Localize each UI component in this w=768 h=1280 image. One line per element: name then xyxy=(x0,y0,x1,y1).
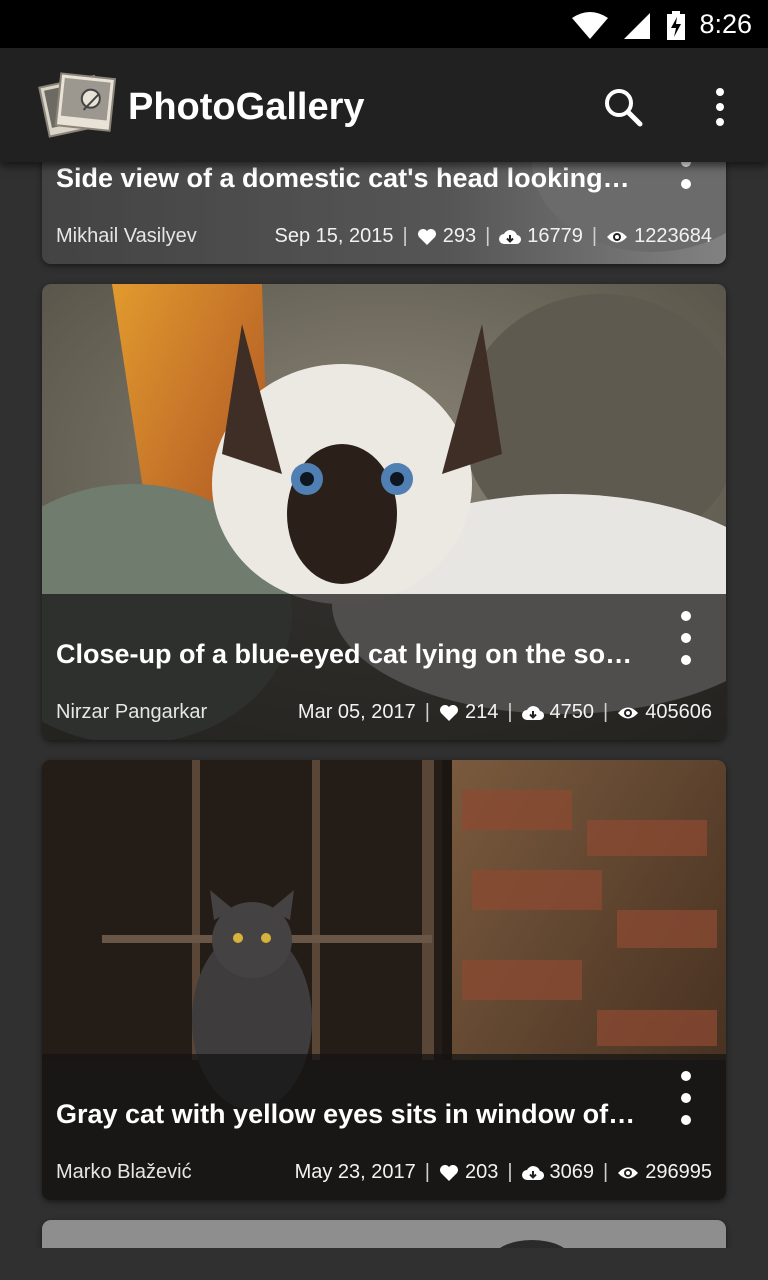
status-icons xyxy=(572,11,686,41)
photo-date: May 23, 2017 xyxy=(294,1161,416,1183)
bottom-edge xyxy=(0,1248,768,1280)
heart-icon xyxy=(439,1164,458,1181)
stats-divider: | xyxy=(485,225,491,247)
photo-card[interactable]: Close-up of a blue-eyed cat lying on the… xyxy=(42,284,726,740)
photo-stats: Mar 05, 2017 | 214 | 4750 | 405606 xyxy=(298,701,712,724)
download-count: 3069 xyxy=(549,1161,595,1183)
card-more-icon[interactable] xyxy=(676,1070,696,1126)
status-time: 8:26 xyxy=(699,9,752,39)
photo-card[interactable]: Side view of a domestic cat's head looki… xyxy=(42,162,726,264)
stats-divider: | xyxy=(591,225,598,247)
photo-author[interactable]: Mikhail Vasilyev xyxy=(56,225,197,248)
cloud-download-icon xyxy=(521,705,544,720)
stats-divider: | xyxy=(507,701,513,723)
wifi-icon xyxy=(572,12,608,39)
eye-icon xyxy=(618,707,639,718)
photo-caption: Close-up of a blue-eyed cat lying on the… xyxy=(56,639,636,669)
cloud-download-icon xyxy=(521,1165,544,1180)
search-icon[interactable] xyxy=(600,84,646,130)
stats-divider: | xyxy=(424,1161,430,1183)
like-count: 214 xyxy=(464,701,499,723)
photo-author[interactable]: Nirzar Pangarkar xyxy=(56,701,207,724)
eye-icon xyxy=(607,231,628,242)
view-count: 1223684 xyxy=(634,225,712,247)
photo-date: Mar 05, 2017 xyxy=(297,701,416,723)
download-count: 4750 xyxy=(549,701,595,723)
card-more-icon[interactable] xyxy=(676,610,696,666)
photo-caption: Gray cat with yellow eyes sits in window… xyxy=(56,1099,636,1129)
like-count: 203 xyxy=(464,1161,499,1183)
stats-divider: | xyxy=(603,701,609,723)
photo-date: Sep 15, 2015 xyxy=(274,225,394,247)
photo-gallery-logo xyxy=(38,72,117,138)
view-count: 405606 xyxy=(645,701,712,723)
view-count: 296995 xyxy=(645,1161,712,1183)
download-count: 16779 xyxy=(527,225,583,247)
photo-card[interactable]: Gray cat with yellow eyes sits in window… xyxy=(42,760,726,1200)
photo-author[interactable]: Marko Blažević xyxy=(56,1161,192,1184)
photo-stats: Sep 15, 2015 | 293 | 16779 | 1223684 xyxy=(275,225,712,248)
stats-divider: | xyxy=(507,1161,513,1183)
like-count: 293 xyxy=(442,225,477,247)
stats-divider: | xyxy=(603,1161,609,1183)
photo-image xyxy=(42,1220,726,1248)
cloud-download-icon xyxy=(499,229,522,244)
photo-caption: Side view of a domestic cat's head looki… xyxy=(56,163,630,193)
heart-icon xyxy=(417,228,436,245)
photo-card[interactable] xyxy=(42,1220,726,1248)
eye-icon xyxy=(618,1167,639,1178)
overflow-menu-icon[interactable] xyxy=(700,84,740,130)
heart-icon xyxy=(439,704,458,721)
photo-stats: May 23, 2017 | 203 | 3069 | 296995 xyxy=(295,1161,712,1184)
battery-charging-icon xyxy=(667,11,685,40)
photo-feed[interactable]: Side view of a domestic cat's head looki… xyxy=(0,162,768,1248)
stats-divider: | xyxy=(424,701,430,723)
card-more-icon[interactable] xyxy=(676,162,696,190)
stats-divider: | xyxy=(402,225,408,247)
app-title: PhotoGallery xyxy=(128,86,365,128)
status-bar: 8:26 xyxy=(0,0,768,48)
app-bar: PhotoGallery xyxy=(0,48,768,162)
cellular-signal-icon xyxy=(624,13,650,39)
